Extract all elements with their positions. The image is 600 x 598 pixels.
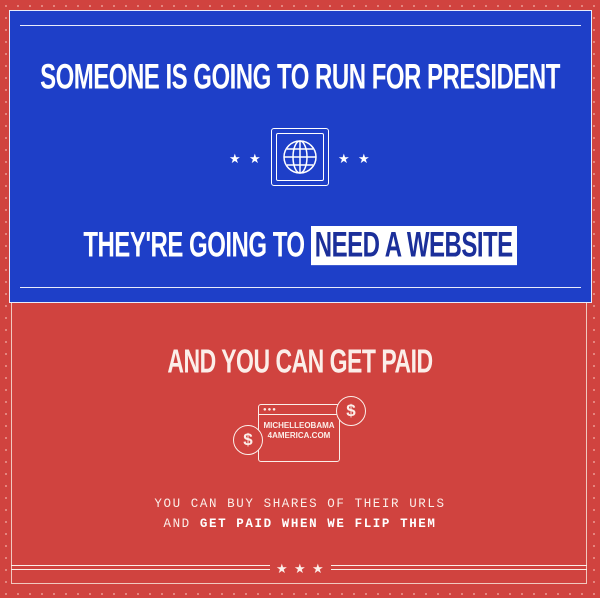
dollar-coin-icon: $ [336, 396, 366, 426]
url-line-1: MICHELLEOBAMA [263, 421, 335, 430]
star-icon: ★ [249, 151, 261, 166]
subtext-line-2: AND GET PAID WHEN WE FLIP THEM [0, 517, 600, 531]
top-rule [20, 25, 581, 26]
headline-get-paid: AND YOU CAN GET PAID [167, 342, 433, 380]
globe-icon [271, 128, 329, 186]
star-icon: ★ [276, 561, 288, 576]
browser-window-icon: ●●● MICHELLEOBAMA 4AMERICA.COM [258, 404, 340, 462]
headline-run-for-president: SOMEONE IS GOING TO RUN FOR PRESIDENT [40, 58, 560, 98]
globe-icon-graphic [283, 140, 317, 174]
star-icon: ★ [338, 151, 350, 166]
bottom-rule [20, 287, 581, 288]
footer-rule [331, 569, 587, 570]
star-icon: ★ [229, 151, 241, 166]
subtext-bold: GET PAID WHEN WE FLIP THEM [199, 517, 437, 531]
dollar-coin-icon: $ [233, 425, 263, 455]
window-dots-icon: ●●● [263, 407, 277, 413]
footer-rule [11, 569, 270, 570]
highlight-need-a-website: NEED A WEBSITE [310, 226, 517, 266]
url-line-2: 4AMERICA.COM [267, 431, 331, 440]
browser-bar [259, 414, 339, 415]
footer-rule [11, 565, 270, 566]
footer-rule [331, 565, 587, 566]
url-text: MICHELLEOBAMA 4AMERICA.COM [259, 421, 339, 441]
subtext-prefix: AND [163, 517, 200, 531]
star-icon: ★ [294, 561, 306, 576]
star-icon: ★ [312, 561, 324, 576]
subtext-line-1: YOU CAN BUY SHARES OF THEIR URLS [154, 497, 446, 511]
headline-prefix: THEY'RE GOING TO [83, 226, 305, 266]
poster: SOMEONE IS GOING TO RUN FOR PRESIDENT ★ … [0, 0, 600, 598]
headline-need-a-website: THEY'RE GOING TO NEED A WEBSITE [0, 226, 600, 267]
star-icon: ★ [358, 151, 370, 166]
